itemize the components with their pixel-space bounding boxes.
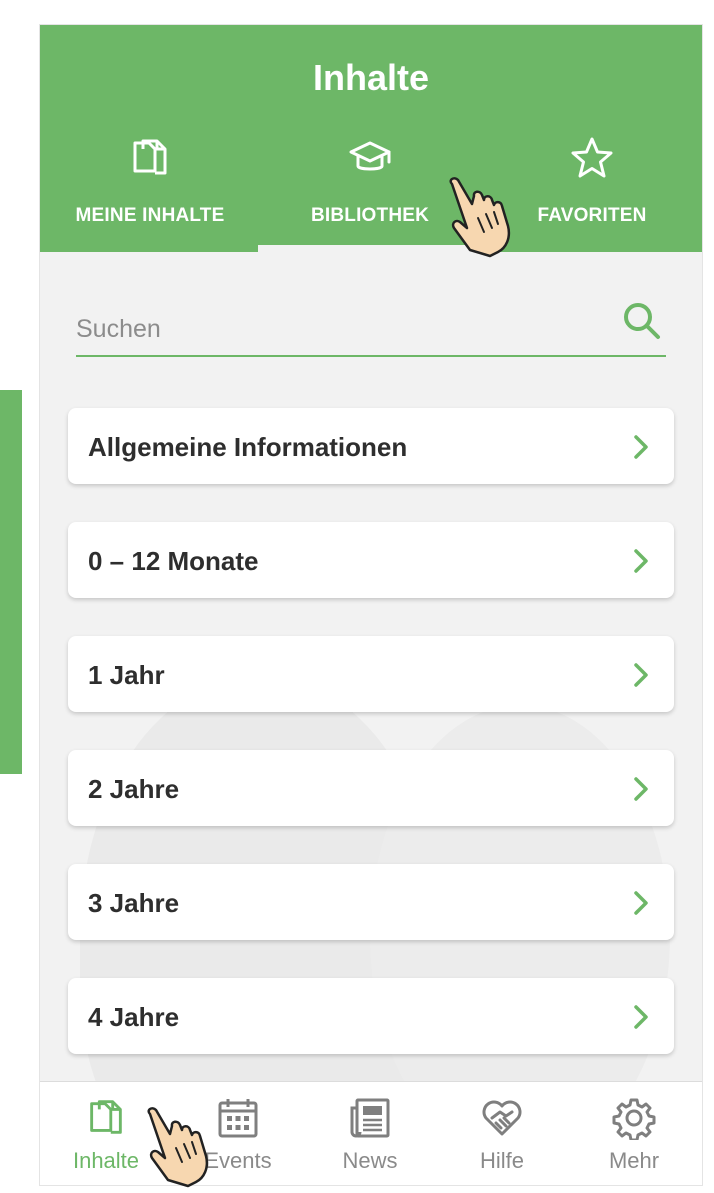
category-card[interactable]: Allgemeine Informationen — [68, 408, 674, 484]
nav-item-mehr[interactable]: Mehr — [568, 1082, 700, 1185]
nav-item-hilfe[interactable]: Hilfe — [436, 1082, 568, 1185]
chevron-right-icon — [632, 776, 650, 807]
category-card[interactable]: 1 Jahr — [68, 636, 674, 712]
calendar-icon — [216, 1096, 260, 1145]
tab-meine-inhalte[interactable]: MEINE INHALTE — [40, 135, 260, 252]
category-card[interactable]: 4 Jahre — [68, 978, 674, 1054]
nav-item-news[interactable]: News — [304, 1082, 436, 1185]
app-screen: Inhalte MEINE INHALTE BIBLIOTHEK FAVORIT… — [40, 25, 702, 1185]
nav-label: Mehr — [608, 1148, 660, 1173]
category-label: 0 – 12 Monate — [88, 546, 259, 576]
nav-label: News — [342, 1148, 398, 1173]
search-bar — [76, 303, 666, 357]
chevron-right-icon — [632, 662, 650, 693]
heart-handshake-icon — [480, 1096, 524, 1145]
category-card[interactable]: 3 Jahre — [68, 864, 674, 940]
app-header: Inhalte MEINE INHALTE BIBLIOTHEK FAVORIT… — [40, 25, 702, 252]
gear-icon — [612, 1096, 656, 1145]
chevron-right-icon — [632, 890, 650, 921]
chevron-right-icon — [632, 548, 650, 579]
chevron-right-icon — [632, 1004, 650, 1035]
category-label: 3 Jahre — [88, 888, 180, 918]
category-label: 2 Jahre — [88, 774, 180, 804]
document-icon — [84, 1096, 128, 1145]
nav-label: Hilfe — [479, 1148, 524, 1173]
tab-label: MEINE INHALTE — [75, 205, 225, 226]
newspaper-icon — [348, 1096, 392, 1145]
pointing-hand-icon — [138, 1106, 218, 1193]
search-icon[interactable] — [620, 299, 664, 348]
category-label: 4 Jahre — [88, 1002, 180, 1032]
category-card[interactable]: 0 – 12 Monate — [68, 522, 674, 598]
search-input[interactable] — [76, 311, 596, 347]
chevron-right-icon — [632, 434, 650, 465]
page-title: Inhalte — [312, 57, 429, 98]
category-card[interactable]: 2 Jahre — [68, 750, 674, 826]
category-label: 1 Jahr — [88, 660, 165, 690]
side-accent-strip — [0, 390, 22, 774]
document-icon — [40, 135, 260, 186]
pointing-hand-icon — [440, 176, 520, 263]
category-label: Allgemeine Informationen — [88, 432, 408, 462]
